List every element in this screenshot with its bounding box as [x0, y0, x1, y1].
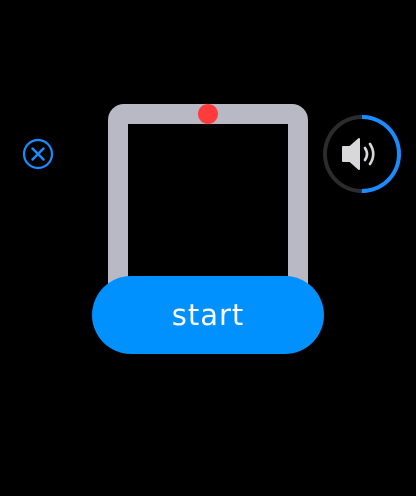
- close-button[interactable]: [22, 138, 54, 170]
- start-button[interactable]: start: [92, 276, 324, 354]
- volume-button[interactable]: [321, 113, 403, 195]
- track-outline: [108, 104, 308, 304]
- close-circle-icon: [22, 138, 54, 170]
- square-track: [108, 104, 308, 304]
- track-marker: [198, 104, 218, 124]
- speaker-icon: [342, 138, 375, 170]
